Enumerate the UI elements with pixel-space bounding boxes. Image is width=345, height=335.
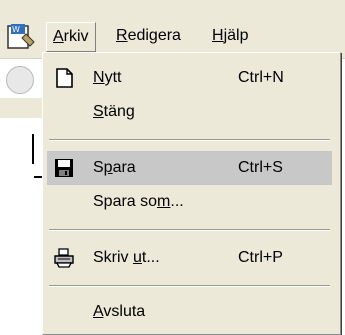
menu-item-label: Nytt <box>93 69 122 86</box>
menu-redigera[interactable]: Redigera <box>110 22 187 50</box>
menu-item-label: Stäng <box>93 103 135 120</box>
floppy-disk-icon <box>55 159 73 177</box>
menubar: W Arkiv Redigera Hjälp <box>0 0 345 59</box>
toolbar-strip <box>0 98 42 118</box>
menu-item-label: Spara <box>93 159 136 176</box>
menu-item-skriv-ut[interactable]: Skriv ut... Ctrl+P <box>47 241 332 275</box>
menu-item-spara-som[interactable]: Spara som... <box>47 185 332 219</box>
menu-item-avsluta[interactable]: Avsluta <box>47 295 332 329</box>
shortcut-label: Ctrl+S <box>238 159 283 176</box>
menu-redigera-rest: edigera <box>127 27 181 44</box>
new-document-icon <box>56 68 73 88</box>
menu-separator <box>49 285 330 287</box>
menu-arkiv-rest: rkiv <box>63 28 89 45</box>
menu-hjalp[interactable]: Hjälp <box>206 22 254 50</box>
svg-text:W: W <box>12 25 20 34</box>
menu-redigera-accel: R <box>116 27 128 44</box>
smiley-toolbar-icon[interactable] <box>6 66 34 94</box>
file-menu-dropdown: Nytt Ctrl+N Stäng Spara Ctrl+S Spara som… <box>42 52 341 335</box>
menu-item-nytt[interactable]: Nytt Ctrl+N <box>47 61 332 95</box>
menu-arkiv-accel: A <box>53 28 64 45</box>
menu-item-label: Skriv ut... <box>93 249 160 266</box>
menu-hjalp-rest: jälp <box>223 27 249 44</box>
shortcut-label: Ctrl+P <box>238 249 283 266</box>
menu-arkiv[interactable]: Arkiv <box>46 22 96 52</box>
menu-item-stang[interactable]: Stäng <box>47 95 332 129</box>
menu-item-label: Avsluta <box>93 303 146 320</box>
text-cursor <box>32 134 34 164</box>
menu-item-label: Spara som... <box>93 193 184 210</box>
menu-hjalp-accel: H <box>212 27 224 44</box>
menu-separator <box>49 139 330 141</box>
menu-item-spara[interactable]: Spara Ctrl+S <box>47 151 332 185</box>
printer-icon <box>54 248 74 268</box>
menu-separator <box>49 229 330 231</box>
wordpad-app-icon[interactable]: W <box>6 22 36 52</box>
shortcut-label: Ctrl+N <box>238 69 284 86</box>
